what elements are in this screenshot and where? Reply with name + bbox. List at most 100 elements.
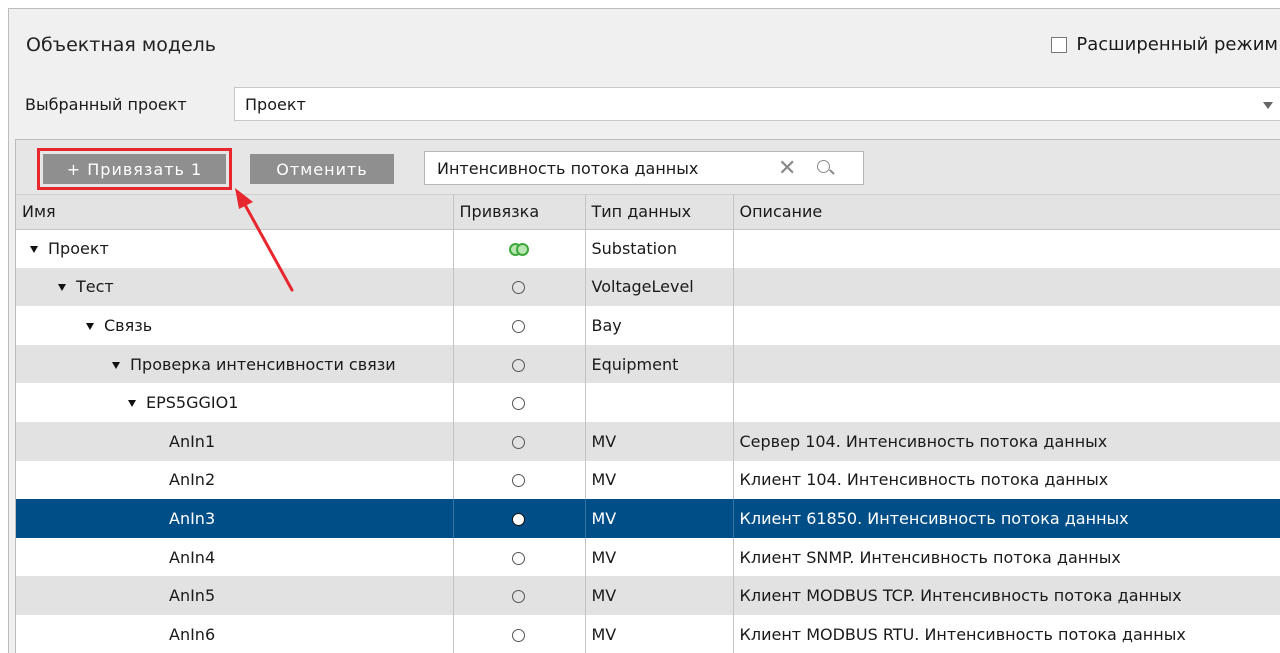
- data-type-cell: MV: [585, 421, 734, 461]
- panel-header: Объектная модель Расширенный режим: [9, 9, 1280, 83]
- binding-cell: [453, 229, 586, 268]
- project-label: Выбранный проект: [25, 95, 187, 114]
- advanced-mode-checkbox[interactable]: [1051, 36, 1068, 53]
- expand-triangle-icon[interactable]: [112, 361, 120, 369]
- expand-triangle-icon[interactable]: [128, 400, 136, 408]
- empty-circle-icon: [512, 319, 525, 333]
- data-type-cell: MV: [585, 499, 734, 538]
- data-type-cell: MV: [585, 460, 734, 500]
- expand-triangle-icon[interactable]: [58, 284, 66, 292]
- object-model-panel: Объектная модель Расширенный режим Выбра…: [8, 8, 1280, 653]
- clear-icon[interactable]: ✕: [778, 156, 796, 181]
- table-row[interactable]: AnIn1 MV Сервер 104. Интенсивность поток…: [16, 421, 1280, 461]
- table-row[interactable]: Тест VoltageLevel: [16, 267, 1280, 307]
- panel-title: Объектная модель: [26, 34, 216, 56]
- advanced-mode-label: Расширенный режим: [1076, 34, 1278, 55]
- object-table: Имя Привязка Тип данных Описание Проект …: [16, 195, 1280, 653]
- data-type-cell: MV: [585, 537, 734, 577]
- description-cell: Клиент MODBUS RTU. Интенсивность потока …: [733, 614, 1280, 653]
- binding-cell: [453, 576, 586, 615]
- empty-circle-icon: [512, 397, 525, 411]
- table-header-row: Имя Привязка Тип данных Описание: [16, 195, 1280, 230]
- table-row[interactable]: Проверка интенсивности связи Equipment: [16, 344, 1280, 384]
- binding-cell: [453, 460, 586, 500]
- binding-cell: [453, 499, 586, 538]
- project-select-value: Проект: [245, 94, 306, 114]
- table-row[interactable]: AnIn4 MV Клиент SNMP. Интенсивность пото…: [16, 537, 1280, 577]
- column-header-name[interactable]: Имя: [16, 195, 454, 230]
- row-name: Тест: [76, 277, 114, 297]
- row-name-cell: Тест: [16, 267, 454, 307]
- data-type-cell: Bay: [585, 306, 734, 345]
- search-field[interactable]: Интенсивность потока данных ✕: [424, 151, 864, 185]
- column-header-description[interactable]: Описание: [733, 195, 1280, 230]
- row-name: Проверка интенсивности связи: [130, 354, 396, 374]
- empty-circle-icon: [512, 512, 525, 526]
- empty-circle-icon: [512, 551, 525, 565]
- row-name: Связь: [104, 315, 153, 335]
- table-toolbar: + Привязать 1 Отменить Интенсивность пот…: [16, 140, 1280, 195]
- project-row: Выбранный проект Проект: [9, 87, 1280, 123]
- expand-triangle-icon[interactable]: [86, 322, 94, 330]
- description-cell: Клиент MODBUS TCP. Интенсивность потока …: [733, 576, 1280, 615]
- search-icon[interactable]: [817, 160, 830, 173]
- empty-circle-icon: [512, 590, 525, 604]
- description-cell: [733, 267, 1280, 307]
- object-table-container: + Привязать 1 Отменить Интенсивность пот…: [15, 139, 1280, 653]
- column-header-data-type[interactable]: Тип данных: [585, 195, 734, 230]
- data-type-cell: MV: [585, 614, 734, 653]
- binding-cell: [453, 344, 586, 384]
- data-type-cell: Substation: [585, 229, 734, 268]
- project-select[interactable]: Проект: [234, 87, 1280, 121]
- row-name-cell: EPS5GGIO1: [16, 383, 454, 422]
- row-name: AnIn3: [169, 508, 216, 528]
- empty-circle-icon: [512, 281, 525, 295]
- column-header-binding[interactable]: Привязка: [453, 195, 586, 230]
- expand-triangle-icon[interactable]: [30, 246, 38, 254]
- row-name-cell: AnIn1: [16, 421, 454, 461]
- row-name: AnIn1: [169, 431, 216, 451]
- table-row[interactable]: Проект Substation: [16, 229, 1280, 268]
- search-input[interactable]: Интенсивность потока данных: [437, 159, 698, 178]
- cancel-button[interactable]: Отменить: [250, 154, 394, 184]
- binding-cell: [453, 537, 586, 577]
- binding-cell: [453, 614, 586, 653]
- binding-cell: [453, 306, 586, 345]
- table-row[interactable]: EPS5GGIO1: [16, 383, 1280, 422]
- row-name-cell: Проект: [16, 229, 454, 268]
- row-name-cell: AnIn6: [16, 614, 454, 653]
- description-cell: Клиент 104. Интенсивность потока данных: [733, 460, 1280, 500]
- description-cell: [733, 229, 1280, 268]
- empty-circle-icon: [512, 474, 525, 488]
- row-name: EPS5GGIO1: [146, 393, 239, 413]
- empty-circle-icon: [512, 358, 525, 372]
- bind-button[interactable]: + Привязать 1: [37, 148, 232, 190]
- row-name-cell: AnIn4: [16, 537, 454, 577]
- empty-circle-icon: [512, 628, 525, 642]
- empty-circle-icon: [512, 435, 525, 449]
- row-name-cell: Связь: [16, 306, 454, 345]
- data-type-cell: Equipment: [585, 344, 734, 384]
- row-name-cell: AnIn3: [16, 499, 454, 538]
- data-type-cell: [585, 383, 734, 422]
- table-row[interactable]: AnIn6 MV Клиент MODBUS RTU. Интенсивност…: [16, 614, 1280, 653]
- data-type-cell: VoltageLevel: [585, 267, 734, 307]
- row-name: AnIn4: [169, 547, 216, 567]
- description-cell: Сервер 104. Интенсивность потока данных: [733, 421, 1280, 461]
- description-cell: [733, 306, 1280, 345]
- binding-cell: [453, 267, 586, 307]
- row-name: AnIn2: [169, 470, 216, 490]
- row-name-cell: AnIn2: [16, 460, 454, 500]
- table-row[interactable]: AnIn2 MV Клиент 104. Интенсивность поток…: [16, 460, 1280, 500]
- table-row[interactable]: Связь Bay: [16, 306, 1280, 345]
- table-row[interactable]: AnIn5 MV Клиент MODBUS TCP. Интенсивност…: [16, 576, 1280, 615]
- row-name-cell: AnIn5: [16, 576, 454, 615]
- table-row-selected[interactable]: AnIn3 MV Клиент 61850. Интенсивность пот…: [16, 499, 1280, 538]
- binding-cell: [453, 383, 586, 422]
- description-cell: Клиент 61850. Интенсивность потока данны…: [733, 499, 1280, 538]
- row-name: AnIn5: [169, 586, 216, 606]
- advanced-mode-toggle[interactable]: Расширенный режим: [1051, 34, 1278, 55]
- double-circle-icon: [508, 242, 529, 257]
- chevron-down-icon[interactable]: [1263, 102, 1273, 109]
- data-type-cell: MV: [585, 576, 734, 615]
